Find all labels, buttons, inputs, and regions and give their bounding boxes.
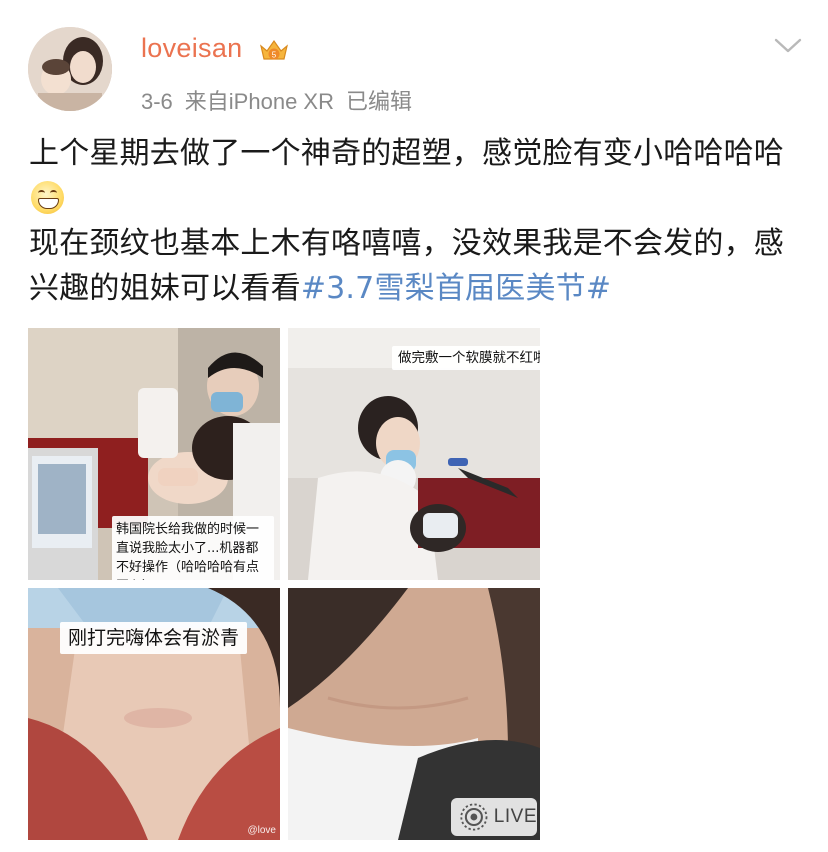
post-body: 上个星期去做了一个神奇的超塑，感觉脸有变小哈哈哈哈 现在颈纹也基本上木有咯嘻嘻，… xyxy=(29,131,801,311)
post-date: 3-6 xyxy=(141,89,173,114)
post-text-line1: 上个星期去做了一个神奇的超塑，感觉脸有变小哈哈哈哈 xyxy=(29,136,784,171)
post-meta: 3-6 来自iPhone XR 已编辑 xyxy=(141,84,424,116)
avatar[interactable] xyxy=(28,27,112,111)
chevron-down-icon[interactable] xyxy=(773,34,803,56)
post-image-2[interactable]: 做完敷一个软膜就不红啦 xyxy=(288,328,540,580)
hashtag-link[interactable]: #3.7雪梨首届医美节# xyxy=(301,271,611,306)
vip-crown-icon: 5 xyxy=(260,39,288,60)
image-caption-1: 韩国院长给我做的时候一直说我脸太小了...机器都不好操作（哈哈哈哈有点开心） xyxy=(112,516,274,580)
post-image-3[interactable]: 刚打完嗨体会有淤青 @love xyxy=(28,588,280,840)
post-image-4[interactable]: LIVE xyxy=(288,588,540,840)
edited-label[interactable]: 已编辑 xyxy=(346,89,412,114)
post-source[interactable]: 来自iPhone XR xyxy=(185,89,334,114)
author-name[interactable]: loveisan xyxy=(141,33,242,64)
post-image-1[interactable]: 韩国院长给我做的时候一直说我脸太小了...机器都不好操作（哈哈哈哈有点开心） xyxy=(28,328,280,580)
image-caption-3: 刚打完嗨体会有淤青 xyxy=(60,622,248,654)
live-label: LIVE xyxy=(493,806,537,827)
grinning-emoji-icon xyxy=(31,181,64,214)
image-caption-2: 做完敷一个软膜就不红啦 xyxy=(392,346,540,370)
live-photo-badge[interactable]: LIVE xyxy=(451,798,537,836)
live-photo-icon xyxy=(460,803,488,831)
watermark: @love xyxy=(247,825,277,836)
svg-text:5: 5 xyxy=(272,51,277,60)
